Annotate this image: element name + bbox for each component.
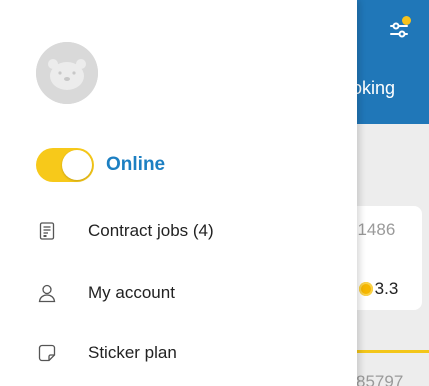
menu-item-label: My account xyxy=(88,283,175,302)
menu-item-label: Contract jobs (4) xyxy=(88,221,214,240)
background-value-3: 85797 xyxy=(356,372,404,386)
user-icon xyxy=(36,282,58,304)
app-screen: oking 01486 - 3.3 85797 Online xyxy=(0,0,429,386)
menu-item-label: Sticker plan xyxy=(88,343,177,362)
bear-avatar-icon xyxy=(36,42,98,104)
online-toggle[interactable] xyxy=(36,148,94,182)
sticker-icon xyxy=(36,342,58,364)
menu-item-sticker-plan[interactable]: Sticker plan xyxy=(36,338,177,368)
coin-icon xyxy=(358,282,373,296)
settings-sliders-icon[interactable] xyxy=(387,16,411,42)
online-status-row[interactable]: Online xyxy=(36,148,165,182)
avatar[interactable] xyxy=(36,42,98,104)
value-amount: 3.3 xyxy=(374,279,399,298)
document-icon xyxy=(36,220,58,242)
background-value-2: - 3.3 xyxy=(351,279,398,299)
online-label: Online xyxy=(106,154,166,175)
menu-item-contract-jobs[interactable]: Contract jobs (4) xyxy=(36,216,214,246)
navigation-drawer: Online Contract jobs (4) My account Stic… xyxy=(0,0,357,386)
background-tab-label[interactable]: oking xyxy=(352,78,395,99)
toggle-knob xyxy=(62,150,92,180)
menu-item-my-account[interactable]: My account xyxy=(36,278,175,308)
notification-dot xyxy=(402,16,411,25)
